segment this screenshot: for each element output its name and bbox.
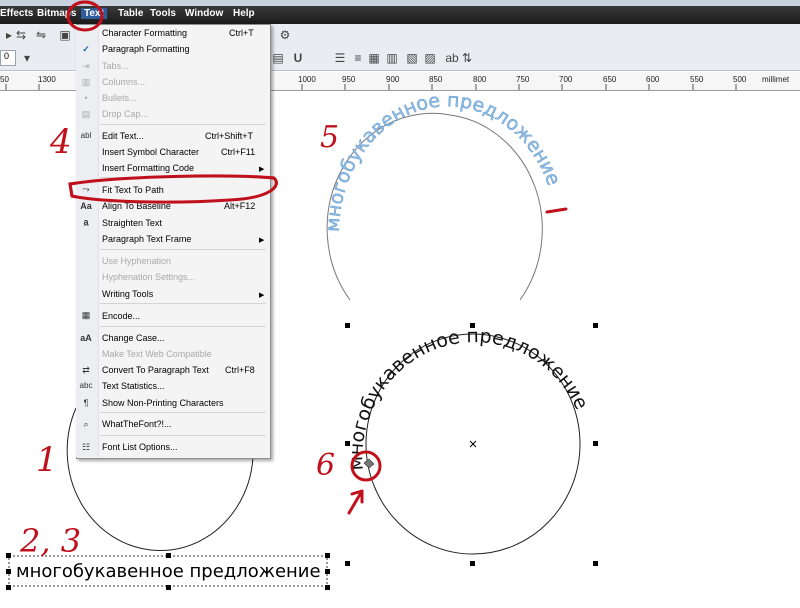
menu-item-text-statistics[interactable]: Text Statistics... [102,381,165,391]
menu-item-make-web-compatible[interactable]: Make Text Web Compatible [102,349,212,359]
change-case-icon: aA [80,333,92,343]
shortcut-text: Alt+F12 [224,201,256,211]
arc-text-black: многобукавенное предложение [345,325,592,471]
menu-separator [100,326,266,327]
selection-handle[interactable] [593,561,598,566]
selection-handle[interactable] [345,561,350,566]
menu-item-bullets[interactable]: Bullets... [102,93,137,103]
menu-item-paragraph-formatting[interactable]: Paragraph Formatting [102,44,190,54]
menu-item-hyphenation-settings[interactable]: Hyphenation Settings... [102,272,195,282]
annotation-step-6: 6 [316,448,336,483]
menu-separator [100,303,266,304]
menu-separator [100,249,266,250]
checkmark-icon: ✓ [82,44,90,54]
annotation-step-5: 5 [320,120,340,155]
menu-separator [100,124,266,125]
annotation-step-1: 1 [36,440,58,480]
shortcut-text: Ctrl+F11 [221,147,256,157]
selection-handle[interactable] [593,323,598,328]
menu-item-insert-formatting-code[interactable]: Insert Formatting Code [102,163,194,173]
shortcut-text: Ctrl+Shift+T [205,131,254,141]
menu-item-straighten-text[interactable]: Straighten Text [102,218,162,228]
fit-text-path-icon: ⤳ [82,184,90,194]
shortcut-text: Ctrl+F8 [225,365,255,375]
menu-item-writing-tools[interactable]: Writing Tools [102,289,153,299]
submenu-arrow-icon: ▶ [259,166,265,173]
drop-cap-icon: ▤ [81,109,91,119]
menu-item-change-case[interactable]: Change Case... [102,333,165,343]
annotation-step-4: 4 [50,122,72,162]
selection-handle[interactable] [470,323,475,328]
font-list-icon: ☷ [81,442,91,452]
menu-separator [100,177,266,178]
text-stats-icon: abc [79,381,93,390]
edit-text-icon: abl [80,131,92,140]
selection-handle[interactable] [6,585,11,590]
menu-item-whatthefont[interactable]: WhatTheFont?!... [102,419,172,429]
straighten-text-icon: a̲ [83,217,89,227]
whatthefont-icon: ⌕ [83,419,89,429]
sample-text[interactable]: многобукавенное предложение [16,561,321,582]
menu-item-columns[interactable]: Columns... [102,77,145,87]
bullets-icon: • [84,93,88,103]
encode-icon: ▦ [81,310,91,320]
columns-icon: ▥ [81,77,91,87]
submenu-arrow-icon: ▶ [259,292,265,299]
menu-item-convert-to-paragraph[interactable]: Convert To Paragraph Text [102,365,209,375]
submenu-arrow-icon: ▶ [259,237,265,244]
menu-item-encode[interactable]: Encode... [102,311,140,321]
pilcrow-icon: ¶ [83,398,89,408]
tabs-icon: ⇥ [82,61,90,71]
selection-handle[interactable] [325,569,330,574]
blue-text-endmark [545,207,568,214]
menu-item-align-to-baseline[interactable]: Align To Baseline [102,201,171,211]
menu-separator [100,412,266,413]
menu-item-show-non-printing[interactable]: Show Non-Printing Characters [102,398,224,408]
selection-handle[interactable] [6,569,11,574]
selection-handle[interactable] [325,553,330,558]
menu-item-fit-text-to-path[interactable]: Fit Text To Path [102,185,164,195]
menu-item-use-hyphenation[interactable]: Use Hyphenation [102,256,171,266]
selection-handle[interactable] [166,585,171,590]
menu-item-drop-cap[interactable]: Drop Cap... [102,109,148,119]
menu-icon-column [76,25,99,457]
menu-item-font-list-options[interactable]: Font List Options... [102,442,178,452]
selection-handle[interactable] [470,561,475,566]
selection-handle[interactable] [325,585,330,590]
menu-separator [100,435,266,436]
selection-handle[interactable] [345,441,350,446]
convert-text-icon: ⇄ [82,365,90,375]
selection-handle[interactable] [345,323,350,328]
selection-handle[interactable] [6,553,11,558]
step6-arrow [347,489,364,515]
align-baseline-icon: Aa [80,201,92,211]
menu-item-insert-symbol[interactable]: Insert Symbol Character [102,147,199,157]
menu-item-tabs[interactable]: Tabs... [102,61,129,71]
selection-handle[interactable] [593,441,598,446]
selection-handle[interactable] [166,553,171,558]
center-mark [469,440,477,448]
shortcut-text: Ctrl+T [229,28,254,38]
arc-text-blue: многобукавенное предложение [322,89,565,232]
menu-item-paragraph-text-frame[interactable]: Paragraph Text Frame [102,234,191,244]
annotation-step-2-3: 2, 3 [20,522,82,560]
menu-item-character-formatting[interactable]: Character Formatting [102,28,187,38]
menu-item-edit-text[interactable]: Edit Text... [102,131,144,141]
